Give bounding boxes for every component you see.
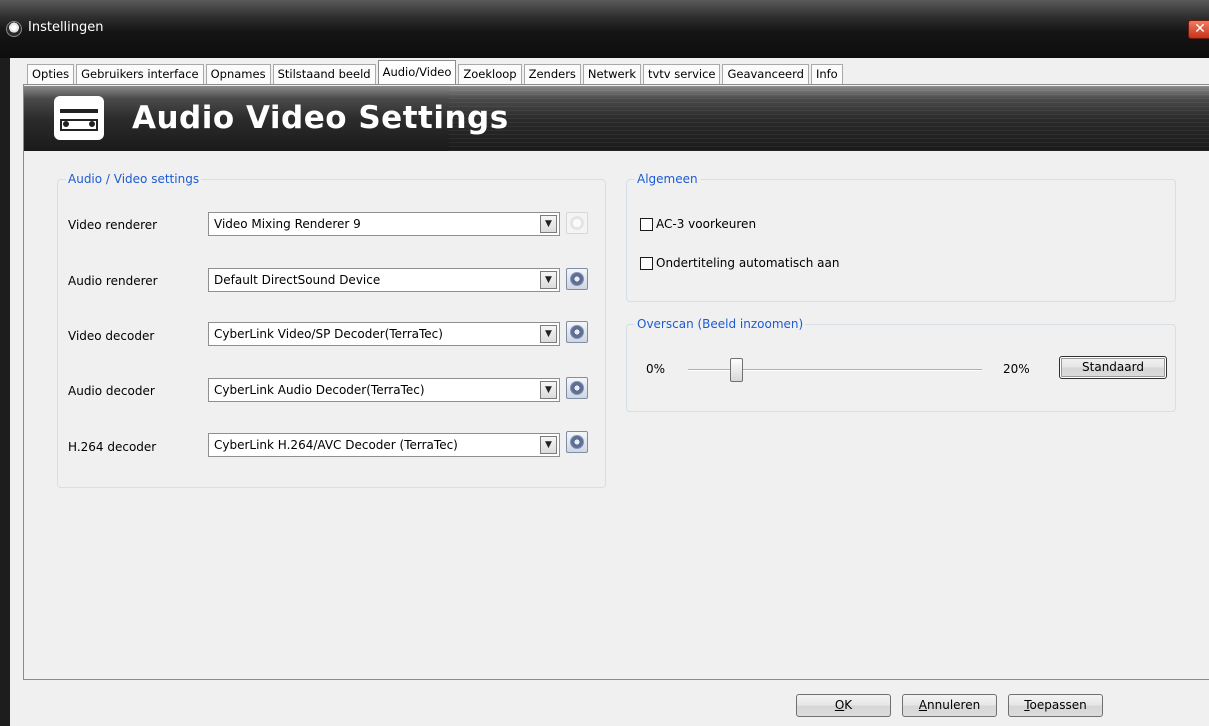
tab-opnames[interactable]: Opnames	[205, 64, 271, 84]
audio-decoder-label: Audio decoder	[68, 384, 155, 398]
video-renderer-value: Video Mixing Renderer 9	[214, 217, 361, 231]
h264-decoder-settings-button[interactable]	[566, 431, 588, 453]
checkbox-box[interactable]	[640, 256, 653, 270]
ac3-checkbox[interactable]: AC-3 voorkeuren	[640, 217, 756, 231]
window-border	[0, 58, 10, 726]
tab-gebruikers-interface[interactable]: Gebruikers interface	[76, 64, 204, 84]
close-button[interactable]: ✕	[1188, 20, 1209, 39]
cancel-button[interactable]: Annuleren	[902, 694, 997, 717]
cancel-accel: A	[918, 698, 927, 712]
tab-stilstaand-beeld[interactable]: Stilstaand beeld	[272, 64, 376, 84]
subtitles-label: Ondertiteling automatisch aan	[656, 256, 840, 270]
apply-button[interactable]: Toepassen	[1008, 694, 1103, 717]
audio-decoder-select[interactable]: CyberLink Audio Decoder(TerraTec) ▼	[208, 378, 560, 402]
tab-info[interactable]: Info	[810, 64, 843, 84]
tab-strip: Opties Gebruikers interface Opnames Stil…	[27, 60, 845, 84]
tab-zenders[interactable]: Zenders	[523, 64, 581, 84]
window-title: Instellingen	[28, 20, 104, 35]
h264-decoder-value: CyberLink H.264/AVC Decoder (TerraTec)	[214, 438, 458, 452]
ac3-label: AC-3 voorkeuren	[656, 217, 757, 231]
ok-button[interactable]: OK	[796, 694, 891, 717]
video-decoder-select[interactable]: CyberLink Video/SP Decoder(TerraTec) ▼	[208, 322, 560, 346]
video-renderer-select[interactable]: Video Mixing Renderer 9 ▼	[208, 212, 560, 236]
tab-zoekloop[interactable]: Zoekloop	[458, 64, 522, 84]
audio-video-device-icon	[54, 96, 104, 140]
video-renderer-settings-button	[566, 212, 588, 234]
tab-netwerk[interactable]: Netwerk	[582, 64, 641, 84]
gear-icon	[570, 325, 584, 339]
av-settings-legend: Audio / Video settings	[66, 172, 202, 186]
title-bar: Instellingen ✕	[0, 0, 1209, 58]
tab-tvtv-service[interactable]: tvtv service	[642, 64, 721, 84]
chevron-down-icon[interactable]: ▼	[540, 325, 557, 343]
audio-renderer-settings-button[interactable]	[566, 268, 588, 290]
video-decoder-label: Video decoder	[68, 329, 155, 343]
h264-decoder-select[interactable]: CyberLink H.264/AVC Decoder (TerraTec) ▼	[208, 433, 560, 457]
overscan-slider-thumb[interactable]	[730, 358, 744, 382]
overscan-max-label: 20%	[1003, 362, 1030, 376]
page-title: Audio Video Settings	[132, 100, 509, 136]
chevron-down-icon[interactable]: ▼	[540, 215, 557, 233]
subtitles-checkbox[interactable]: Ondertiteling automatisch aan	[640, 256, 840, 270]
audio-renderer-label: Audio renderer	[68, 274, 158, 288]
overscan-min-label: 0%	[646, 362, 666, 376]
video-decoder-value: CyberLink Video/SP Decoder(TerraTec)	[214, 327, 443, 341]
audio-decoder-settings-button[interactable]	[566, 377, 588, 399]
gear-icon	[570, 381, 584, 395]
gear-icon	[570, 272, 584, 286]
ok-rest: K	[844, 698, 853, 712]
tab-audio-video[interactable]: Audio/Video	[377, 60, 457, 84]
chevron-down-icon[interactable]: ▼	[540, 436, 557, 454]
page-banner: Audio Video Settings	[24, 86, 1209, 151]
tab-geavanceerd[interactable]: Geavanceerd	[722, 64, 809, 84]
checkbox-box[interactable]	[640, 217, 653, 231]
apply-rest: oepassen	[1029, 698, 1087, 712]
audio-renderer-select[interactable]: Default DirectSound Device ▼	[208, 268, 560, 292]
tab-opties[interactable]: Opties	[27, 64, 75, 84]
standaard-button[interactable]: Standaard	[1059, 356, 1167, 379]
gear-icon	[570, 216, 584, 230]
chevron-down-icon[interactable]: ▼	[540, 271, 557, 289]
chevron-down-icon[interactable]: ▼	[540, 381, 557, 399]
general-group: Algemeen	[626, 172, 1176, 302]
gear-icon	[570, 435, 584, 449]
overscan-legend: Overscan (Beeld inzoomen)	[635, 317, 806, 331]
h264-decoder-label: H.264 decoder	[68, 440, 157, 454]
audio-renderer-value: Default DirectSound Device	[214, 273, 381, 287]
audio-decoder-value: CyberLink Audio Decoder(TerraTec)	[214, 383, 425, 397]
app-icon	[6, 21, 22, 37]
video-decoder-settings-button[interactable]	[566, 321, 588, 343]
general-legend: Algemeen	[635, 172, 700, 186]
ok-accel: O	[834, 698, 845, 712]
video-renderer-label: Video renderer	[68, 218, 158, 232]
cancel-rest: nnuleren	[927, 698, 981, 712]
